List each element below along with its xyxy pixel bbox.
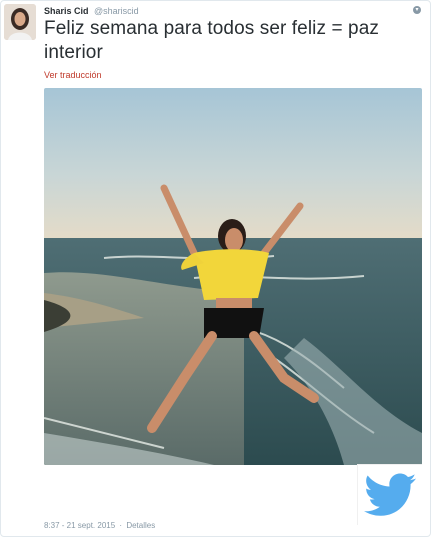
author-display-name[interactable]: Sharis Cid — [44, 6, 89, 16]
beach-photo — [44, 88, 422, 465]
tweet-time[interactable]: 8:37 - 21 sept. 2015 — [44, 521, 115, 530]
twitter-bird-icon — [364, 473, 416, 516]
timestamp-row: 8:37 - 21 sept. 2015 · Detalles — [44, 521, 155, 530]
avatar-image — [4, 4, 36, 40]
author-avatar[interactable] — [4, 4, 36, 40]
tweet-card: Sharis Cid @shariscid ▾ Feliz semana par… — [0, 0, 431, 537]
translate-link[interactable]: Ver traducción — [44, 70, 102, 80]
details-link[interactable]: Detalles — [126, 521, 155, 530]
author-name-row: Sharis Cid @shariscid — [44, 6, 139, 17]
tweet-text: Feliz semana para todos ser feliz = paz … — [44, 18, 379, 63]
twitter-badge[interactable] — [357, 464, 422, 525]
tweet-photo[interactable] — [44, 88, 422, 465]
separator-dot: · — [119, 521, 123, 530]
author-handle[interactable]: @shariscid — [94, 6, 139, 16]
caret-down-icon[interactable]: ▾ — [413, 6, 421, 14]
